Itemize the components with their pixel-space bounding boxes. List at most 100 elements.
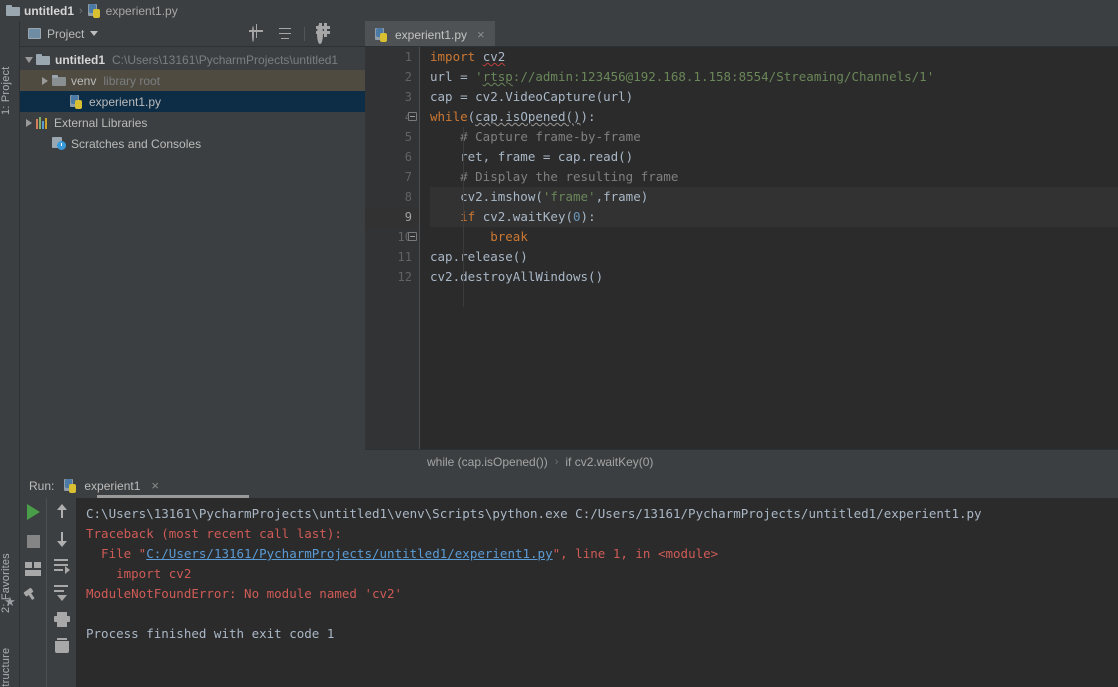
soft-wrap-icon[interactable] — [53, 558, 70, 574]
pin-icon[interactable] — [25, 590, 41, 606]
console-file-link[interactable]: C:/Users/13161/PycharmProjects/untitled1… — [146, 546, 552, 561]
tree-row-venv[interactable]: venv library root — [20, 70, 365, 91]
python-file-icon — [64, 478, 78, 493]
line-number: 3 — [404, 90, 412, 104]
code-line-12: cv2.destroyAllWindows() — [430, 269, 604, 284]
toolbar-divider — [304, 26, 305, 41]
breadcrumb-if[interactable]: if cv2.waitKey(0) — [565, 455, 653, 469]
collapse-all-icon[interactable] — [278, 27, 292, 41]
folder-icon — [6, 5, 20, 16]
run-tool-window: Run: experient1 × C:\Users\13161\Pycharm — [20, 473, 1118, 687]
console-error: ModuleNotFoundError: No module named 'cv… — [86, 586, 403, 601]
tool-window-button-structure[interactable]: 7: Structure — [0, 621, 20, 687]
breadcrumb-while[interactable]: while (cap.isOpened()) — [427, 455, 548, 469]
project-title-group[interactable]: Project — [28, 26, 99, 41]
line-number: 12 — [397, 270, 412, 284]
line-number: 1 — [404, 50, 412, 64]
python-file-icon — [70, 94, 84, 109]
line-number: 6 — [404, 150, 412, 164]
console-output[interactable]: C:\Users\13161\PycharmProjects\untitled1… — [76, 498, 1118, 687]
chevron-down-icon[interactable] — [90, 31, 99, 36]
code-line-1: import cv2 — [430, 49, 506, 64]
breadcrumb-file-label: experient1.py — [105, 3, 178, 18]
code-line-8: cv2.imshow('frame',frame) — [430, 187, 1118, 207]
fold-marker-end-icon[interactable] — [408, 232, 417, 241]
console-import-line: import cv2 — [86, 566, 192, 581]
left-tool-strip: 1: Project 2: Favorites ★ 7: Structure — [0, 21, 20, 687]
tree-label: untitled1 — [55, 52, 105, 67]
libraries-icon — [36, 116, 49, 129]
chevron-down-icon[interactable] — [22, 56, 36, 63]
favorites-star-icon: ★ — [4, 594, 16, 609]
code-editor[interactable]: 1 2 3 4 5 6 7 8 9 10 11 12 import cv2 ur… — [365, 47, 1118, 449]
tree-row-untitled1[interactable]: untitled1 C:\Users\13161\PycharmProjects… — [20, 49, 365, 70]
chevron-right-icon[interactable] — [22, 118, 36, 127]
tree-row-external-libraries[interactable]: External Libraries — [20, 112, 365, 133]
print-icon[interactable] — [53, 612, 70, 627]
code-line-6: ret, frame = cap.read() — [430, 149, 634, 164]
run-icon[interactable] — [26, 504, 40, 520]
breadcrumb-file[interactable]: experient1.py — [87, 3, 178, 18]
console-file-line: File "C:/Users/13161/PycharmProjects/unt… — [86, 544, 1118, 564]
arrow-down-icon[interactable] — [54, 531, 70, 547]
line-number: 8 — [404, 190, 412, 204]
line-number: 11 — [397, 250, 412, 264]
tree-sublabel: library root — [103, 73, 161, 88]
console-command: C:\Users\13161\PycharmProjects\untitled1… — [86, 506, 982, 521]
console-exit-line: Process finished with exit code 1 — [86, 626, 335, 641]
trash-icon[interactable] — [54, 638, 69, 653]
indent-guide — [463, 127, 464, 307]
code-line-2: url = 'rtsp://admin:123456@192.168.1.158… — [430, 69, 935, 84]
fold-marker-collapse-icon[interactable] — [408, 112, 417, 121]
line-number-current: 9 — [365, 207, 420, 227]
arrow-up-icon[interactable] — [54, 504, 70, 520]
tree-label: venv — [71, 73, 97, 88]
project-window-icon — [28, 28, 41, 39]
tree-label: External Libraries — [54, 115, 148, 130]
stop-icon[interactable] — [26, 535, 40, 548]
line-number: 7 — [404, 170, 412, 184]
tab-label: experient1.py — [395, 27, 468, 42]
python-file-icon — [375, 27, 389, 42]
console-blank — [86, 604, 1118, 624]
code-text[interactable]: import cv2 url = 'rtsp://admin:123456@19… — [420, 47, 1118, 449]
folder-icon — [36, 54, 50, 65]
tab-experient1-py[interactable]: experient1.py × — [365, 21, 495, 46]
close-icon[interactable]: × — [151, 478, 159, 493]
tree-label: Scratches and Consoles — [71, 136, 202, 151]
breadcrumb-project[interactable]: untitled1 — [6, 4, 74, 18]
close-icon[interactable]: × — [477, 27, 485, 42]
project-panel-title: Project — [47, 26, 85, 41]
project-panel-toolbar — [252, 23, 365, 44]
run-tab-experient1[interactable]: experient1 × — [64, 478, 159, 493]
tree-row-experient1[interactable]: experient1.py — [20, 91, 365, 112]
python-file-icon — [87, 3, 102, 18]
editor-area: experient1.py × 1 2 3 4 5 6 7 8 9 10 11 … — [365, 21, 1118, 473]
tool-window-button-project[interactable]: 1: Project — [0, 25, 20, 115]
project-tree: untitled1 C:\Users\13161\PycharmProjects… — [20, 47, 365, 154]
scroll-to-end-icon[interactable] — [53, 585, 70, 601]
tree-sublabel: C:\Users\13161\PycharmProjects\untitled1 — [112, 52, 339, 67]
breadcrumb-project-label: untitled1 — [24, 3, 74, 18]
code-line-5: # Capture frame-by-frame — [460, 129, 641, 144]
line-number: 5 — [404, 130, 412, 144]
code-line-4: while(cap.isOpened()): — [430, 109, 596, 124]
editor-tab-bar: experient1.py × — [365, 21, 1118, 47]
project-tool-window: Project untitled1 C:\Users\13161\Pycharm… — [20, 21, 365, 473]
locate-icon[interactable] — [252, 25, 266, 42]
console-file-prefix: File " — [86, 546, 147, 561]
run-toolbar-right — [46, 498, 76, 687]
scratches-icon — [52, 137, 66, 150]
run-toolbar-left — [20, 498, 46, 687]
line-number-gutter: 1 2 3 4 5 6 7 8 9 10 11 12 — [365, 47, 420, 449]
tree-row-scratches-and-consoles[interactable]: Scratches and Consoles — [20, 133, 365, 154]
top-breadcrumb-bar: untitled1 › experient1.py — [0, 0, 1118, 21]
line-number: 2 — [404, 70, 412, 84]
code-line-10: break — [490, 229, 528, 244]
chevron-right-icon[interactable] — [38, 76, 52, 85]
minimize-icon[interactable] — [343, 27, 357, 41]
gear-icon[interactable] — [317, 23, 331, 44]
breadcrumb-separator-icon: › — [79, 4, 83, 17]
console-file-suffix: ", line 1, in <module> — [552, 546, 719, 561]
layout-icon[interactable] — [25, 561, 41, 577]
